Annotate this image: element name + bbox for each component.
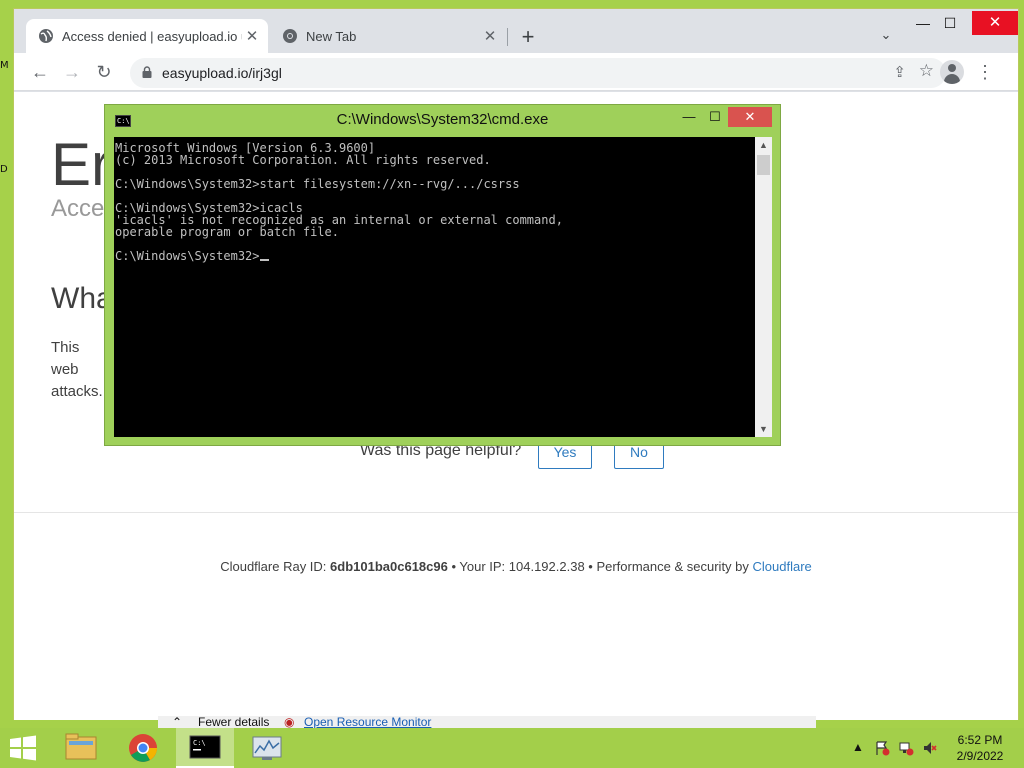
tab-search-icon[interactable]: ⌄	[874, 27, 898, 47]
share-icon[interactable]: ⇪	[893, 63, 906, 81]
monitor-chart-icon	[252, 736, 282, 760]
cmd-close-button[interactable]: ✕	[728, 107, 772, 127]
console-line: operable program or batch file.	[115, 225, 339, 239]
browser-toolbar: ← → ↻ easyupload.io/irj3gl ⇪ ☆ ⋮	[14, 53, 1018, 91]
cmd-icon: C:\	[189, 735, 221, 759]
fewer-details-link[interactable]: Fewer details	[198, 716, 269, 728]
tab-new-tab[interactable]: New Tab ✕	[270, 19, 506, 53]
cmd-scrollbar[interactable]: ▲ ▼	[755, 137, 772, 437]
scroll-down-icon[interactable]: ▼	[755, 421, 772, 437]
body-text: This web attacks.	[51, 339, 103, 400]
cloudflare-footer: Cloudflare Ray ID: 6db101ba0c618c96 • Yo…	[14, 559, 1018, 574]
tab-close-icon[interactable]: ✕	[480, 27, 500, 45]
console-line: (c) 2013 Microsoft Corporation. All righ…	[115, 153, 491, 167]
tab-access-denied[interactable]: Access denied | easyupload.io us ✕	[26, 19, 268, 53]
cmd-minimize-button[interactable]: —	[675, 107, 703, 127]
console-output: Microsoft Windows [Version 6.3.9600] (c)…	[114, 137, 755, 262]
resource-monitor-icon[interactable]	[238, 728, 296, 768]
desktop-icon-label[interactable]: M	[0, 60, 12, 71]
ray-label: Cloudflare Ray ID:	[220, 559, 331, 574]
ray-id: 6db101ba0c618c96	[330, 559, 448, 574]
task-manager-footer: ⌃ Fewer details ◉ Open Resource Monitor	[158, 716, 816, 728]
action-center-flag-icon[interactable]	[874, 740, 890, 756]
lock-icon[interactable]	[142, 66, 152, 78]
show-hidden-icons[interactable]: ▲	[852, 740, 864, 754]
console-line: C:\Windows\System32>start filesystem://x…	[115, 177, 520, 191]
clock-time: 6:52 PM	[957, 733, 1003, 747]
fewer-details-icon[interactable]: ⌃	[172, 716, 182, 728]
tab-strip: Access denied | easyupload.io us ✕ New T…	[14, 9, 1018, 53]
cmd-maximize-button[interactable]: ☐	[701, 107, 729, 127]
windows-start-icon[interactable]	[8, 735, 38, 761]
new-tab-button[interactable]: +	[514, 23, 542, 51]
resource-monitor-icon: ◉	[284, 716, 295, 728]
globe-icon	[39, 29, 53, 43]
cmd-titlebar[interactable]: C:\ C:\Windows\System32\cmd.exe — ☐ ✕	[105, 105, 780, 135]
error-title: Er	[51, 131, 111, 198]
ip-text: • Your IP: 104.192.2.38 • Performance & …	[447, 559, 753, 574]
network-icon[interactable]	[898, 740, 914, 756]
chrome-favicon-icon	[283, 29, 297, 43]
desktop-icon-label[interactable]: D	[0, 164, 12, 175]
system-clock[interactable]: 6:52 PM 2/9/2022	[950, 732, 1010, 764]
scroll-thumb[interactable]	[757, 155, 770, 175]
tab-separator	[507, 28, 508, 46]
file-explorer-icon[interactable]	[52, 728, 110, 768]
text-cursor	[259, 259, 269, 261]
svg-text:C:\: C:\	[193, 739, 206, 747]
chrome-logo-icon	[129, 734, 157, 762]
chrome-icon[interactable]	[114, 728, 172, 768]
volume-muted-icon[interactable]	[922, 740, 938, 756]
scroll-up-icon[interactable]: ▲	[755, 137, 772, 153]
cloudflare-link[interactable]: Cloudflare	[753, 559, 812, 574]
maximize-button[interactable]: ☐	[934, 11, 966, 35]
tab-close-icon[interactable]: ✕	[242, 27, 262, 45]
cmd-window: C:\ C:\Windows\System32\cmd.exe — ☐ ✕ Mi…	[104, 104, 781, 446]
footer-divider	[14, 512, 1018, 513]
cmd-console[interactable]: Microsoft Windows [Version 6.3.9600] (c)…	[114, 137, 755, 437]
open-resource-monitor-link[interactable]: Open Resource Monitor	[304, 716, 431, 728]
profile-avatar-icon[interactable]	[940, 60, 964, 84]
cmd-taskbar-icon[interactable]: C:\	[176, 728, 234, 768]
folder-icon	[65, 733, 97, 760]
taskbar: C:\ ▲ 6:52 PM 2/9/2022	[0, 728, 1024, 768]
forward-icon[interactable]: →	[58, 58, 86, 86]
address-bar[interactable]: easyupload.io/irj3gl ⇪ ☆	[130, 58, 946, 88]
back-icon[interactable]: ←	[26, 58, 54, 86]
console-prompt: C:\Windows\System32>	[115, 249, 260, 263]
tab-title: Access denied | easyupload.io us	[62, 28, 242, 44]
close-button[interactable]: ✕	[972, 11, 1018, 35]
url-text[interactable]: easyupload.io/irj3gl	[162, 65, 282, 81]
bookmark-star-icon[interactable]: ☆	[919, 61, 934, 81]
reload-icon[interactable]: ↻	[90, 58, 118, 86]
clock-date: 2/9/2022	[956, 749, 1004, 763]
tab-title: New Tab	[306, 28, 357, 44]
menu-icon[interactable]: ⋮	[976, 61, 994, 83]
